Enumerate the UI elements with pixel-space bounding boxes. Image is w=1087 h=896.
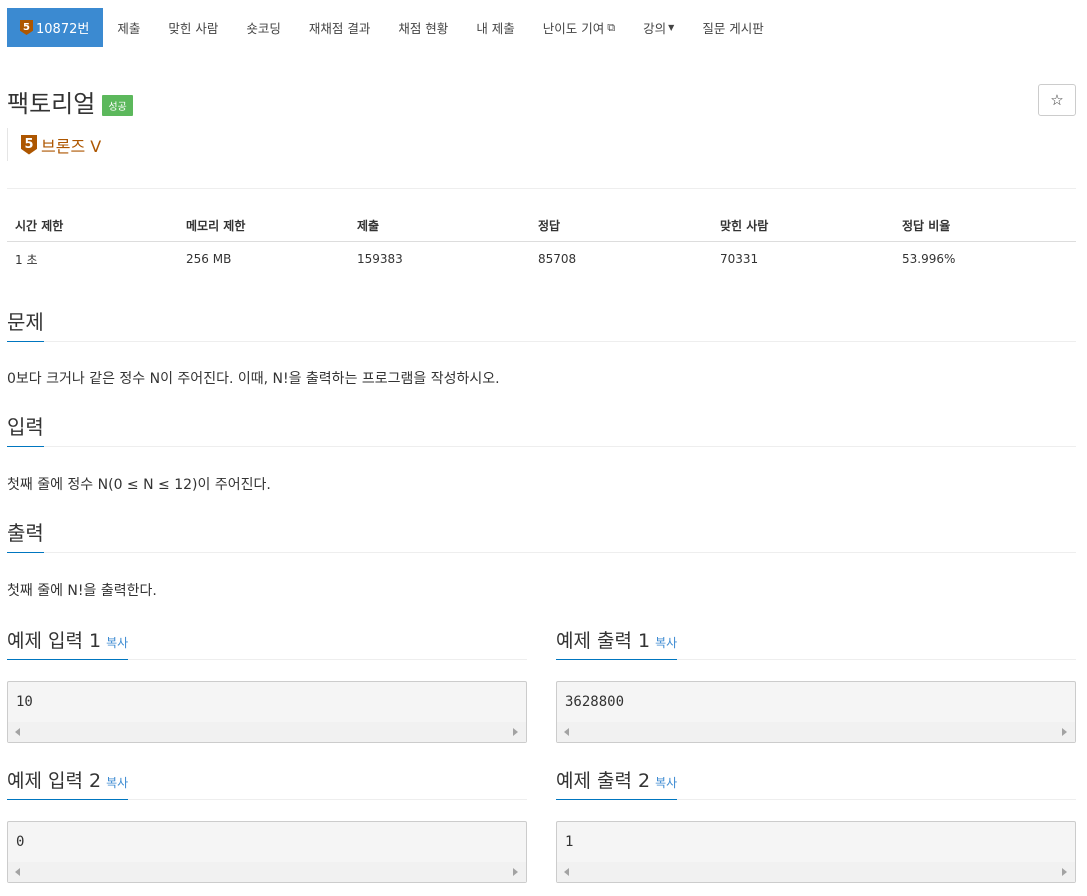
tab-submit[interactable]: 제출 xyxy=(103,8,154,47)
sample-input-1-value[interactable]: 10 xyxy=(8,682,526,722)
value-submissions: 159383 xyxy=(357,252,403,266)
value-accepted: 85708 xyxy=(538,252,577,266)
tab-rejudge[interactable]: 재채점 결과 xyxy=(295,8,384,47)
tab-solvers-label: 맞힌 사람 xyxy=(168,21,219,36)
header-accepted: 정답 xyxy=(538,218,561,233)
description-text: 0보다 크거나 같은 정수 N이 주어진다. 이때, N!을 출력하는 프로그램… xyxy=(7,371,500,387)
tab-submit-label: 제출 xyxy=(117,21,141,36)
copy-button[interactable]: 복사 xyxy=(106,636,128,650)
output-text: 첫째 줄에 N!을 출력한다. xyxy=(7,583,157,599)
horizontal-scrollbar[interactable] xyxy=(557,722,1075,742)
problem-title: 팩토리얼 xyxy=(7,90,96,118)
tab-questions-label: 질문 게시판 xyxy=(702,21,764,36)
sample-output-2-heading: 예제 출력 2 복사 xyxy=(556,766,1076,800)
input-text: 첫째 줄에 정수 N(0 ≤ N ≤ 12)이 주어진다. xyxy=(7,477,271,493)
sample-output-1-title: 예제 출력 1 xyxy=(556,630,651,652)
description-heading: 문제 xyxy=(7,306,1076,342)
favorite-button[interactable]: ☆ xyxy=(1038,84,1076,116)
tab-rejudge-label: 재채점 결과 xyxy=(308,21,371,36)
sample-input-2-value[interactable]: 0 xyxy=(8,822,526,862)
tab-solvers[interactable]: 맞힌 사람 xyxy=(154,8,232,47)
value-ratio: 53.996% xyxy=(902,252,956,266)
sample-input-1-heading: 예제 입력 1 복사 xyxy=(7,626,527,660)
value-solvers: 70331 xyxy=(720,252,759,266)
caret-down-icon: ▼ xyxy=(668,23,675,32)
sample-output-1-box[interactable]: 3628800 xyxy=(556,681,1076,743)
copy-button[interactable]: 복사 xyxy=(106,776,128,790)
header-ratio: 정답 비율 xyxy=(902,218,951,233)
scroll-right-arrow-icon[interactable] xyxy=(513,868,518,876)
problem-title-row: 팩토리얼 성공 xyxy=(7,84,133,119)
input-heading: 입력 xyxy=(7,411,1076,447)
value-memory-limit: 256 MB xyxy=(186,252,232,266)
input-title: 입력 xyxy=(7,411,44,447)
value-time-limit: 1 초 xyxy=(15,252,38,267)
sample-input-1-box[interactable]: 10 xyxy=(7,681,527,743)
tab-problem-label: 10872번 xyxy=(36,22,90,37)
tier-name: 브론즈 V xyxy=(41,136,102,156)
sample-output-2-box[interactable]: 1 xyxy=(556,821,1076,883)
tab-short-coding-label: 숏코딩 xyxy=(246,21,281,36)
scroll-left-arrow-icon[interactable] xyxy=(564,728,569,736)
tab-my-submissions[interactable]: 내 제출 xyxy=(462,8,528,47)
header-solvers: 맞힌 사람 xyxy=(720,218,769,233)
problem-nav: 5 10872번 제출 맞힌 사람 숏코딩 재채점 결과 채점 현황 내 제출 … xyxy=(7,8,778,47)
bronze-tier-icon: 5 xyxy=(20,20,33,35)
description-title: 문제 xyxy=(7,306,44,342)
output-title: 출력 xyxy=(7,517,44,553)
header-memory-limit: 메모리 제한 xyxy=(186,218,246,233)
tab-status[interactable]: 채점 현황 xyxy=(384,8,462,47)
tab-problem[interactable]: 5 10872번 xyxy=(7,8,104,47)
scroll-left-arrow-icon[interactable] xyxy=(15,868,20,876)
horizontal-scrollbar[interactable] xyxy=(8,722,526,742)
divider xyxy=(7,188,1076,189)
horizontal-scrollbar[interactable] xyxy=(557,862,1075,882)
sample-output-1-value[interactable]: 3628800 xyxy=(557,682,1075,722)
sample-input-2-box[interactable]: 0 xyxy=(7,821,527,883)
sample-output-2-title: 예제 출력 2 xyxy=(556,770,651,792)
problem-info-table: 시간 제한 메모리 제한 제출 정답 맞힌 사람 정답 비율 1 초 256 M… xyxy=(7,209,1076,276)
tab-status-label: 채점 현황 xyxy=(398,21,449,36)
sample-output-2-value[interactable]: 1 xyxy=(557,822,1075,862)
tab-lectures-label: 강의 xyxy=(643,21,667,36)
bronze-tier-icon: 5 xyxy=(21,134,37,155)
scroll-left-arrow-icon[interactable] xyxy=(564,868,569,876)
tab-difficulty-label: 난이도 기여 xyxy=(542,21,605,36)
tab-short-coding[interactable]: 숏코딩 xyxy=(232,8,295,47)
problem-tier[interactable]: 5 브론즈 V xyxy=(7,128,101,161)
scroll-right-arrow-icon[interactable] xyxy=(1062,868,1067,876)
sample-input-1-title: 예제 입력 1 xyxy=(7,630,102,652)
copy-button[interactable]: 복사 xyxy=(655,636,677,650)
tab-questions[interactable]: 질문 게시판 xyxy=(688,8,777,47)
star-icon: ☆ xyxy=(1050,91,1064,109)
copy-button[interactable]: 복사 xyxy=(655,776,677,790)
table-row: 1 초 256 MB 159383 85708 70331 53.996% xyxy=(7,242,1076,276)
status-badge: 성공 xyxy=(102,95,133,116)
header-time-limit: 시간 제한 xyxy=(15,218,64,233)
tab-lectures[interactable]: 강의 ▼ xyxy=(629,8,688,47)
scroll-right-arrow-icon[interactable] xyxy=(513,728,518,736)
scroll-right-arrow-icon[interactable] xyxy=(1062,728,1067,736)
scroll-left-arrow-icon[interactable] xyxy=(15,728,20,736)
tab-my-submissions-label: 내 제출 xyxy=(476,21,515,36)
sample-output-1-heading: 예제 출력 1 복사 xyxy=(556,626,1076,660)
horizontal-scrollbar[interactable] xyxy=(8,862,526,882)
tab-difficulty[interactable]: 난이도 기여 ⧉ xyxy=(529,8,629,47)
table-header-row: 시간 제한 메모리 제한 제출 정답 맞힌 사람 정답 비율 xyxy=(7,209,1076,242)
output-heading: 출력 xyxy=(7,517,1076,553)
header-submissions: 제출 xyxy=(357,218,380,233)
sample-input-2-heading: 예제 입력 2 복사 xyxy=(7,766,527,800)
external-link-icon: ⧉ xyxy=(607,20,616,34)
sample-input-2-title: 예제 입력 2 xyxy=(7,770,102,792)
